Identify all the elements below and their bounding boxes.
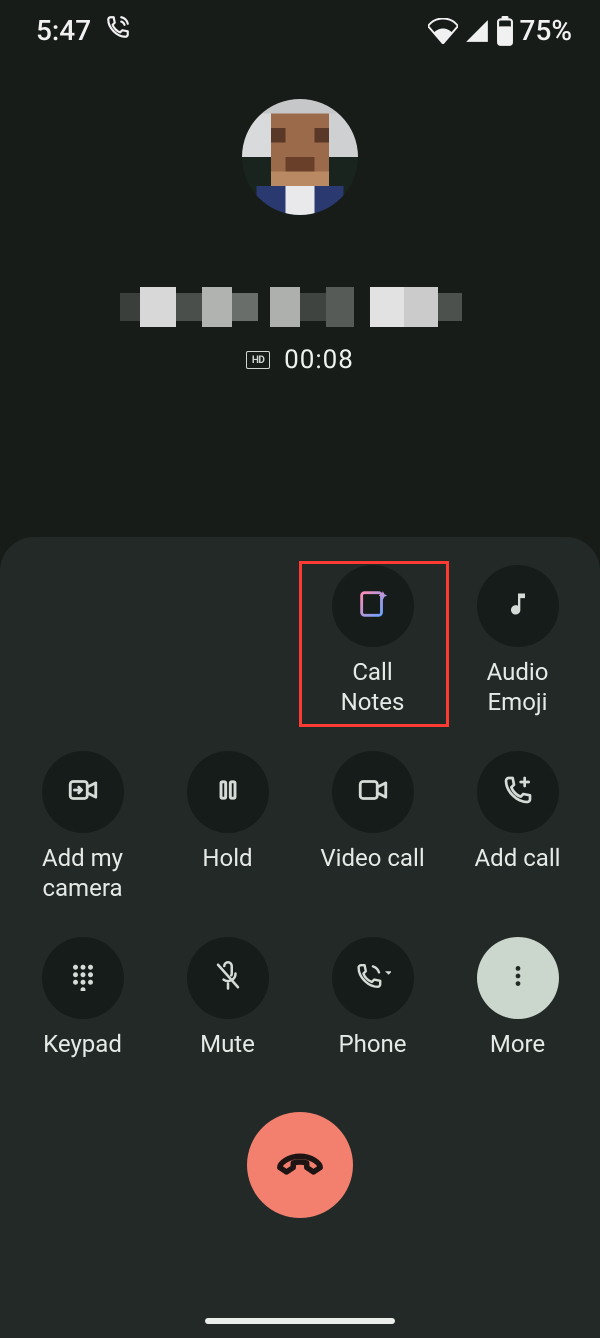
audio-emoji-button[interactable]: Audio Emoji [445, 565, 590, 717]
call-notes-icon [356, 587, 390, 625]
more-button[interactable]: More [445, 937, 590, 1059]
contact-name [120, 287, 480, 327]
keypad-icon [68, 961, 98, 995]
video-call-label: Video call [320, 843, 424, 873]
call-status-icon [105, 14, 131, 47]
hold-button[interactable]: Hold [155, 751, 300, 903]
add-camera-icon [66, 773, 100, 811]
home-indicator [205, 1318, 395, 1324]
keypad-button[interactable]: Keypad [10, 937, 155, 1059]
call-duration: 00:08 [284, 345, 354, 375]
add-my-camera-label: Add my camera [42, 843, 123, 903]
add-call-label: Add call [475, 843, 561, 873]
status-time: 5:47 [36, 14, 91, 47]
contact-area: HD 00:08 [0, 55, 600, 375]
call-notes-label: Call Notes [341, 657, 405, 717]
more-vert-icon [505, 963, 531, 993]
phone-audio-button[interactable]: Phone [300, 937, 445, 1059]
hangup-icon [273, 1136, 327, 1194]
audio-emoji-label: Audio Emoji [487, 657, 549, 717]
add-call-icon [502, 774, 534, 810]
hd-badge-icon: HD [246, 351, 270, 369]
mic-off-icon [213, 961, 243, 995]
cell-signal-icon [464, 18, 490, 44]
video-icon [356, 773, 390, 811]
battery-icon [496, 16, 514, 46]
mute-button[interactable]: Mute [155, 937, 300, 1059]
phone-speaker-icon [355, 961, 391, 995]
video-call-button[interactable]: Video call [300, 751, 445, 903]
contact-avatar [242, 99, 358, 215]
end-call-button[interactable] [247, 1112, 353, 1218]
add-my-camera-button[interactable]: Add my camera [10, 751, 155, 903]
keypad-label: Keypad [43, 1029, 122, 1059]
mute-label: Mute [200, 1029, 255, 1059]
status-bar: 5:47 75% [0, 0, 600, 55]
pause-icon [214, 776, 242, 808]
add-call-button[interactable]: Add call [445, 751, 590, 903]
music-note-icon [504, 590, 532, 622]
more-label: More [490, 1029, 545, 1059]
phone-audio-label: Phone [338, 1029, 406, 1059]
hold-label: Hold [202, 843, 252, 873]
wifi-icon [428, 18, 458, 44]
battery-pct: 75% [520, 14, 572, 47]
call-notes-button[interactable]: Call Notes [300, 565, 445, 717]
